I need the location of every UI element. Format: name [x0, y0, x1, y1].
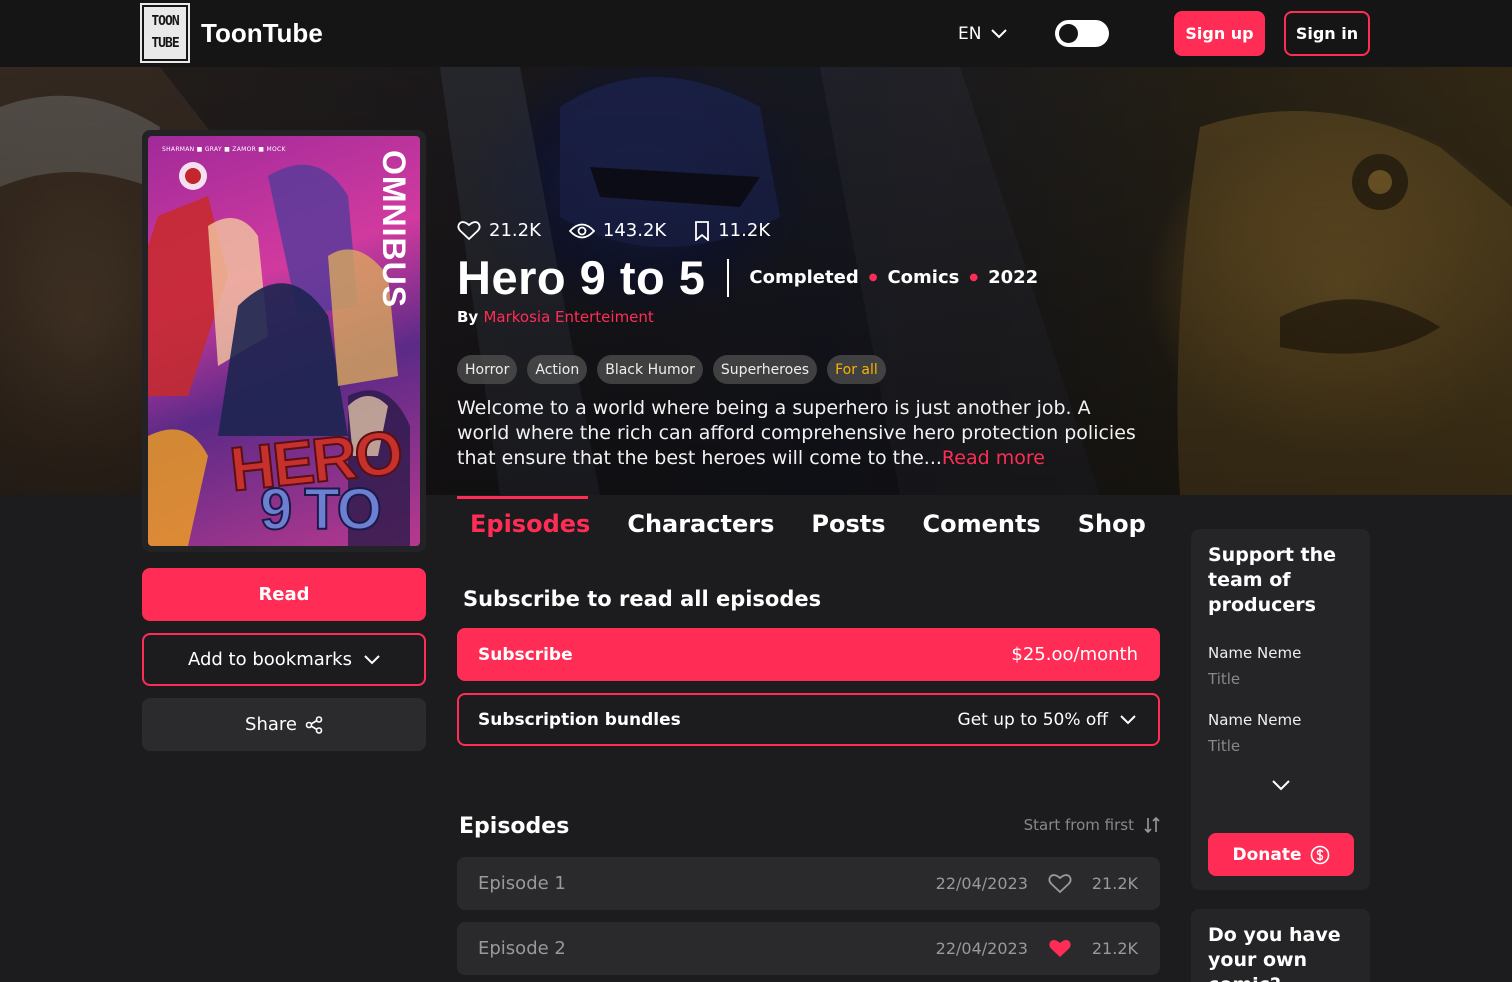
logo-line-1: TOON: [151, 14, 179, 29]
sign-in-button[interactable]: Sign in: [1284, 11, 1370, 56]
cover-image: SHARMAN ■ GRAY ■ ZAMOR ■ MOCK OMNIBUS HE…: [148, 136, 420, 546]
tab-posts[interactable]: Posts: [798, 496, 903, 552]
chevron-down-icon: [1120, 714, 1136, 724]
share-button[interactable]: Share: [142, 698, 426, 751]
dot-separator: ●: [969, 272, 979, 283]
promo-heading: Do you have your own comic?: [1208, 924, 1341, 982]
subscription-bundles-button[interactable]: Subscription bundles Get up to 50% off: [457, 693, 1160, 746]
content-tabs: Episodes Characters Posts Coments Shop: [457, 496, 1170, 556]
episode-likes: 21.2K: [1091, 874, 1138, 893]
comic-meta: Completed ● Comics ● 2022: [749, 267, 1038, 288]
comic-title: Hero 9 to 5: [457, 251, 706, 304]
tag-superheroes[interactable]: Superheroes: [712, 355, 818, 384]
comic-status: Completed: [749, 267, 859, 288]
bookmark-icon: [695, 220, 710, 241]
read-button[interactable]: Read: [142, 568, 426, 621]
tag-action[interactable]: Action: [527, 355, 588, 384]
comic-year: 2022: [988, 267, 1039, 288]
bookmarks-label: Add to bookmarks: [187, 649, 352, 670]
chevron-down-icon[interactable]: [1271, 779, 1291, 791]
comic-stats: 21.2K 143.2K 11.2K: [457, 220, 770, 241]
bundles-offer: Get up to 50% off: [958, 710, 1136, 730]
heart-outline-icon[interactable]: [1048, 873, 1072, 894]
sign-up-button[interactable]: Sign up: [1174, 11, 1265, 56]
producer-title: Title: [1208, 737, 1241, 755]
title-divider: [727, 258, 730, 297]
sort-label: Start from first: [1023, 816, 1134, 834]
chevron-down-icon: [991, 29, 1008, 39]
cover-credits: SHARMAN ■ GRAY ■ ZAMOR ■ MOCK: [162, 146, 286, 153]
genre-tags: Horror Action Black Humor Superheroes Fo…: [457, 355, 886, 384]
support-heading: Support the team of producers: [1208, 544, 1337, 616]
episodes-heading: Episodes: [459, 814, 570, 839]
tag-age-rating[interactable]: For all: [827, 355, 886, 384]
likes-stat: 21.2K: [457, 220, 541, 241]
title-row: Hero 9 to 5 Completed ● Comics ● 2022: [457, 250, 1038, 305]
chevron-down-icon: [364, 654, 380, 664]
episode-meta: 22/04/2023 21.2K: [936, 873, 1138, 894]
language-label: EN: [958, 24, 982, 44]
dot-separator: ●: [868, 272, 878, 283]
episode-title: Episode 1: [478, 873, 566, 894]
episode-meta: 22/04/2023 21.2K: [936, 938, 1138, 959]
bookmarks-stat: 11.2K: [694, 220, 770, 241]
episode-likes: 21.2K: [1091, 939, 1138, 958]
brand-name[interactable]: ToonTube: [201, 18, 323, 49]
create-comic-promo[interactable]: Do you have your own comic?: [1191, 909, 1370, 982]
views-count: 143.2K: [602, 220, 667, 241]
likes-count: 21.2K: [489, 220, 541, 241]
comic-description: Welcome to a world where being a superhe…: [457, 396, 1137, 471]
tab-episodes[interactable]: Episodes: [457, 496, 608, 552]
bundles-label: Subscription bundles: [478, 709, 681, 730]
top-navbar: TOON TUBE ToonTube EN Sign up Sign in: [0, 0, 1512, 67]
sort-icon: [1144, 816, 1160, 834]
cover-omnibus-label: OMNIBUS: [376, 150, 412, 309]
subscribe-heading: Subscribe to read all episodes: [463, 587, 822, 611]
theme-toggle[interactable]: [1055, 20, 1109, 47]
tag-black-humor[interactable]: Black Humor: [597, 355, 703, 384]
producer-name: Name Neme: [1208, 644, 1302, 662]
producer-name: Name Neme: [1208, 711, 1302, 729]
bookmarks-count: 11.2K: [718, 220, 771, 241]
language-selector[interactable]: EN: [958, 24, 1008, 44]
episode-row[interactable]: Episode 2 22/04/2023 21.2K: [457, 922, 1160, 975]
author-link[interactable]: Markosia Enterteiment: [483, 308, 653, 326]
comic-type[interactable]: Comics: [887, 267, 959, 288]
heart-icon: [457, 221, 481, 241]
share-icon: [305, 715, 323, 734]
share-label: Share: [245, 714, 297, 735]
support-panel: Support the team of producers Name Neme …: [1191, 529, 1370, 890]
coin-icon: [1310, 845, 1329, 864]
producer-title: Title: [1208, 670, 1241, 688]
toontube-logo[interactable]: TOON TUBE: [140, 3, 190, 63]
tab-shop[interactable]: Shop: [1065, 496, 1164, 552]
bundles-offer-text: Get up to 50% off: [957, 709, 1108, 730]
eye-icon: [568, 223, 595, 238]
episode-date: 22/04/2023: [935, 939, 1028, 958]
heart-filled-icon[interactable]: [1048, 938, 1072, 959]
tab-characters[interactable]: Characters: [614, 496, 792, 552]
donate-label: Donate: [1232, 844, 1302, 865]
episode-title: Episode 2: [478, 938, 566, 959]
author-line: By Markosia Enterteiment: [457, 308, 654, 326]
subscribe-button[interactable]: Subscribe $25.oo/month: [457, 628, 1160, 681]
cover-title-9to5: 9 TO 5: [259, 476, 383, 546]
tab-comments[interactable]: Coments: [909, 496, 1058, 552]
subscription-price: $25.oo/month: [1011, 644, 1138, 665]
sort-control[interactable]: Start from first: [1024, 816, 1160, 834]
episode-row[interactable]: Episode 1 22/04/2023 21.2K: [457, 857, 1160, 910]
subscribe-label: Subscribe: [478, 644, 573, 665]
comic-cover[interactable]: SHARMAN ■ GRAY ■ ZAMOR ■ MOCK OMNIBUS HE…: [142, 130, 426, 552]
producer-item[interactable]: Name Neme Title: [1208, 644, 1353, 688]
logo-line-2: TUBE: [151, 36, 179, 51]
read-more-link[interactable]: Read more: [942, 447, 1045, 469]
producer-item[interactable]: Name Neme Title: [1208, 711, 1353, 755]
tag-horror[interactable]: Horror: [457, 355, 518, 384]
add-to-bookmarks-button[interactable]: Add to bookmarks: [142, 633, 426, 686]
episode-date: 22/04/2023: [935, 874, 1028, 893]
donate-button[interactable]: Donate: [1208, 833, 1354, 876]
by-prefix: By: [457, 308, 479, 326]
views-stat: 143.2K: [568, 220, 667, 241]
